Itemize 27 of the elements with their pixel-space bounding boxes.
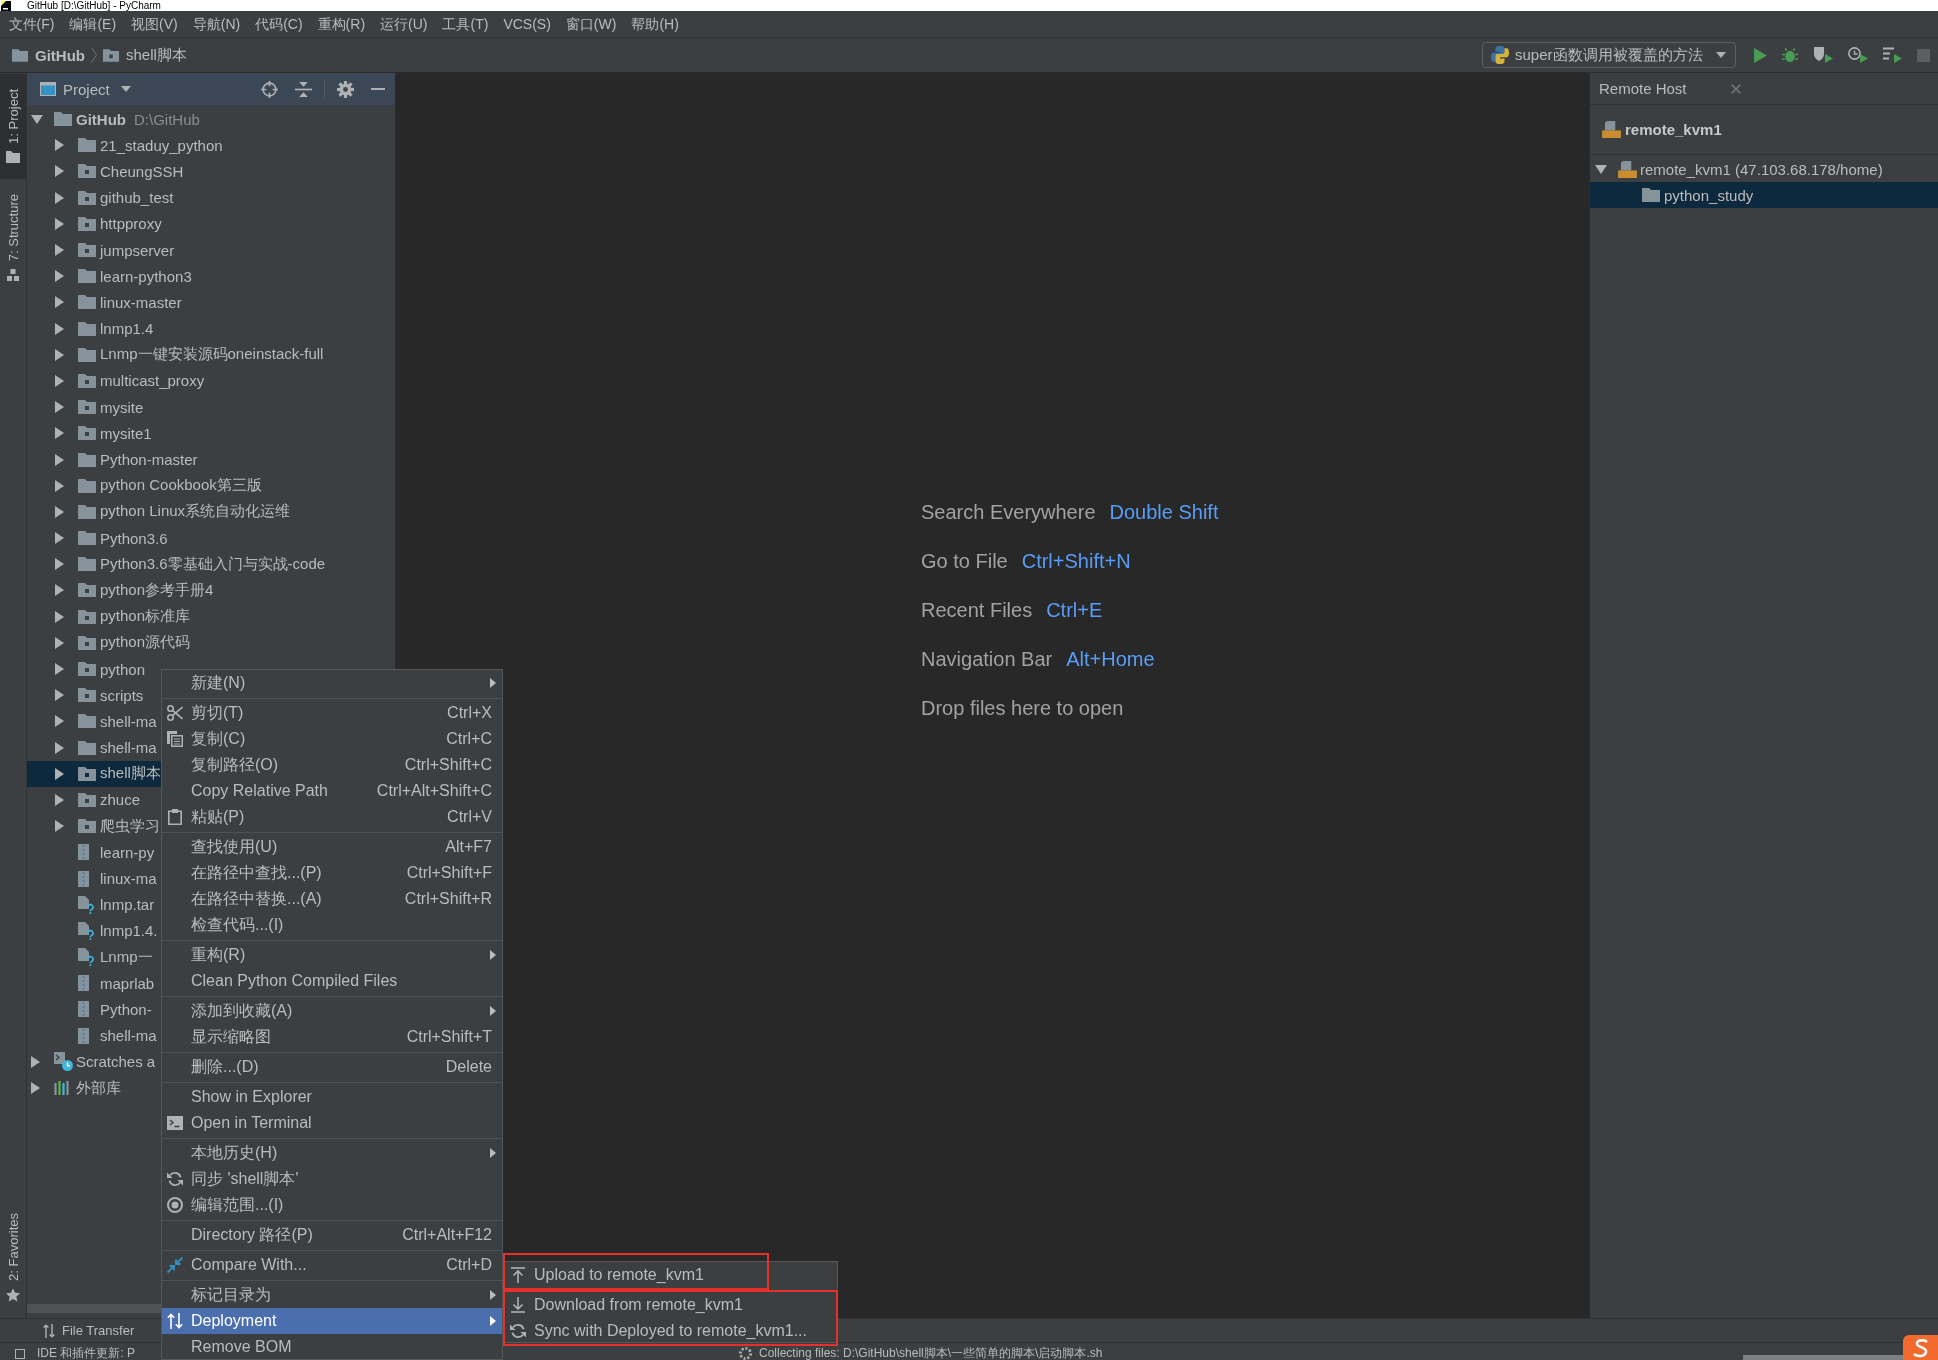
shortcut-label: Ctrl+Alt+F12 [402, 1226, 492, 1244]
shortcut-label: Double Shift [1109, 501, 1219, 524]
status-message: IDE 和插件更新: P [37, 1347, 135, 1360]
hint-label: Navigation Bar [921, 648, 1053, 671]
shortcut-label: Ctrl+C [446, 730, 492, 748]
panel-title: Remote Host [1599, 80, 1687, 97]
hint-label: Search Everywhere [921, 501, 1096, 524]
window-title: GitHub [D:\GitHub] - PyCharm [27, 0, 161, 11]
folder-path: D:\GitHub [134, 110, 200, 128]
shortcut-label: Ctrl+Alt+Shift+C [376, 782, 492, 800]
shortcut-label: Ctrl+V [447, 808, 492, 826]
hint-label: Drop files here to open [921, 697, 1124, 720]
shortcut-label: Alt+Home [1066, 648, 1155, 671]
shortcut-label: Ctrl+D [446, 1256, 492, 1274]
shortcut-label: Ctrl+Shift+N [1021, 550, 1131, 573]
shortcut-label: Ctrl+Shift+T [406, 1028, 492, 1046]
shortcut-label: Ctrl+Shift+R [404, 890, 492, 908]
shortcut-label: Ctrl+Shift+F [406, 864, 492, 882]
shortcut-label: Alt+F7 [445, 838, 492, 856]
shortcut-label: Ctrl+X [447, 704, 492, 722]
server-name: remote_kvm1 [1625, 121, 1722, 138]
hint-label: Go to File [921, 550, 1008, 573]
shortcut-label: Delete [445, 1058, 492, 1076]
shortcut-label: Ctrl+E [1046, 599, 1103, 622]
shortcut-label: Ctrl+Shift+C [404, 756, 492, 774]
hint-label: Recent Files [921, 599, 1033, 622]
status-task: Collecting files: D:\GitHub\shell脚本\一些简单的脚本\启动脚本.sh [759, 1347, 1103, 1360]
